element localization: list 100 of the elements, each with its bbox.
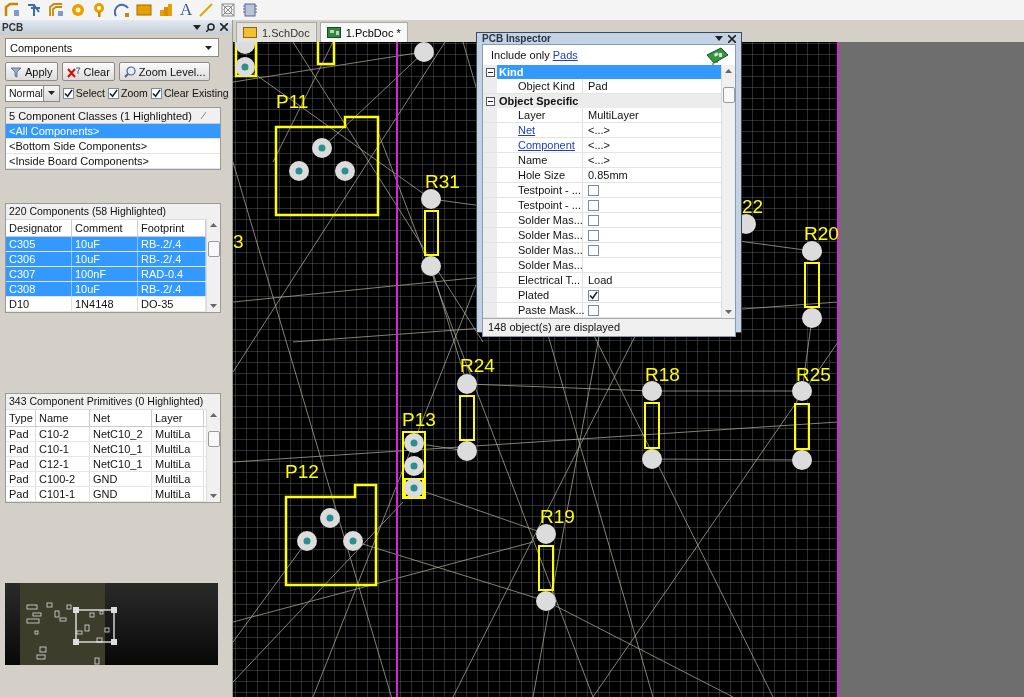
- scroll-down-icon[interactable]: [210, 494, 217, 498]
- table-cell: MultiLa: [152, 442, 204, 456]
- checkbox[interactable]: [62, 87, 74, 99]
- text-tool-button[interactable]: A: [180, 1, 193, 19]
- table-cell: MultiLa: [152, 457, 204, 471]
- sort-icon[interactable]: [201, 112, 206, 119]
- column-header[interactable]: Net: [90, 410, 152, 426]
- close-icon[interactable]: [728, 34, 736, 43]
- filter-mode-select[interactable]: Normal: [5, 84, 60, 102]
- status-bar: 148 object(s) are displayed: [483, 318, 735, 336]
- option-label[interactable]: Zoom: [121, 87, 148, 99]
- scrollbar[interactable]: [206, 409, 220, 502]
- checkbox[interactable]: [588, 199, 599, 211]
- table-cell: GND: [90, 472, 152, 486]
- chip-icon[interactable]: [242, 2, 259, 18]
- filter-link[interactable]: Pads: [552, 49, 578, 61]
- scroll-thumb[interactable]: [722, 87, 735, 103]
- table-row[interactable]: Pad C101-1 GND MultiLa: [6, 487, 206, 502]
- footprint-drawing[interactable]: [536, 524, 556, 611]
- footprint-drawing[interactable]: [316, 42, 336, 66]
- board-overview-drawing[interactable]: [5, 583, 218, 665]
- table-row[interactable]: Pad C100-2 GND MultiLa: [6, 472, 206, 487]
- close-icon[interactable]: [220, 23, 228, 31]
- pair-tool-icon[interactable]: [48, 2, 64, 18]
- window-title: PCB Inspector: [482, 33, 551, 44]
- table-cell: GND: [90, 487, 152, 501]
- checkbox[interactable]: [588, 184, 599, 196]
- table-cell: NetC10_1: [90, 442, 152, 456]
- column-header[interactable]: Layer: [152, 410, 204, 426]
- checkbox[interactable]: [108, 87, 120, 99]
- table-row[interactable]: D10 1N4148 DO-35: [6, 297, 206, 312]
- table-cell: Pad: [6, 487, 36, 501]
- list-item[interactable]: <Inside Board Components>: [6, 154, 220, 169]
- scroll-down-icon[interactable]: [210, 304, 217, 308]
- clear-button[interactable]: Clear: [61, 62, 115, 81]
- scroll-down-icon[interactable]: [725, 310, 732, 314]
- collapse-icon[interactable]: [485, 67, 495, 77]
- property-name: Solder Mas...: [518, 244, 583, 256]
- branch-tool-icon[interactable]: [26, 2, 42, 18]
- scroll-up-icon[interactable]: [210, 413, 217, 417]
- footprint-drawing[interactable]: [284, 483, 378, 587]
- scroll-thumb[interactable]: [207, 241, 220, 257]
- option-label[interactable]: Select: [75, 87, 106, 99]
- document-tab[interactable]: 1.SchDoc: [236, 22, 317, 42]
- property-name: Testpoint - ...: [518, 184, 581, 196]
- zoom-button[interactable]: Zoom Level...: [118, 62, 211, 81]
- footprint-drawing[interactable]: [234, 42, 258, 78]
- table-cell: C305: [6, 237, 72, 251]
- footprint-drawing[interactable]: [457, 374, 477, 461]
- list-item[interactable]: <Bottom Side Components>: [6, 139, 220, 154]
- column-header[interactable]: Comment: [72, 220, 138, 236]
- checkbox[interactable]: [588, 244, 599, 256]
- checkbox[interactable]: [588, 229, 599, 241]
- table-cell: C101-1: [36, 487, 90, 501]
- property-link[interactable]: Component: [518, 139, 575, 151]
- filter-button[interactable]: Apply: [5, 62, 58, 81]
- wire-tool-icon[interactable]: [4, 2, 20, 18]
- scroll-up-icon[interactable]: [210, 223, 217, 227]
- mode-dropdown[interactable]: Components: [5, 38, 219, 57]
- checkbox[interactable]: [588, 304, 599, 316]
- checkbox[interactable]: [588, 289, 599, 301]
- crossed-box-icon[interactable]: [220, 2, 237, 18]
- footprint-drawing[interactable]: [274, 115, 380, 217]
- property-name: Testpoint - ...: [518, 199, 581, 211]
- designator-label: R18: [645, 364, 680, 385]
- property-name: Name: [518, 154, 548, 166]
- table-cell: Pad: [6, 457, 36, 471]
- checkbox[interactable]: [588, 214, 599, 226]
- document-tab[interactable]: 1.PcbDoc *: [319, 22, 408, 42]
- column-header[interactable]: Designator: [6, 220, 72, 236]
- circuit-board-icon: [705, 47, 729, 65]
- scroll-up-icon[interactable]: [725, 69, 732, 73]
- property-link[interactable]: Net: [518, 124, 536, 136]
- scrollbar[interactable]: [721, 65, 735, 318]
- table-cell: Pad: [6, 472, 36, 486]
- table-row[interactable]: Pad C12-1 NetC10_1 MultiLa: [6, 457, 206, 472]
- table-row[interactable]: Pad C10-1 NetC10_1 MultiLa: [6, 442, 206, 457]
- column-header[interactable]: Type: [6, 410, 36, 426]
- dropdown-icon[interactable]: [193, 24, 201, 30]
- designator-label: 3: [233, 231, 244, 252]
- footprint-drawing[interactable]: [402, 431, 426, 499]
- column-header[interactable]: Name: [36, 410, 90, 426]
- scroll-thumb[interactable]: [207, 431, 220, 447]
- checkbox[interactable]: [150, 87, 162, 99]
- table-cell: C100-2: [36, 472, 90, 486]
- footprint-drawing[interactable]: [792, 381, 812, 470]
- fill-tool-icon[interactable]: [136, 2, 152, 18]
- table-row[interactable]: Pad C10-2 NetC10_2 MultiLa: [6, 427, 206, 442]
- table-cell: 100nF: [72, 267, 138, 281]
- pad-drawing[interactable]: [414, 42, 434, 62]
- arc-tool-icon[interactable]: [114, 2, 130, 18]
- footprint-drawing[interactable]: [802, 241, 822, 328]
- footprint-drawing[interactable]: [421, 189, 441, 276]
- table-cell: C308: [6, 282, 72, 296]
- scrollbar[interactable]: [206, 219, 220, 312]
- designator-label: P11: [276, 91, 309, 112]
- option-label[interactable]: Clear Existing: [163, 87, 229, 99]
- collapse-icon[interactable]: [485, 96, 495, 106]
- table-cell: 1N4148: [72, 297, 138, 311]
- footprint-drawing[interactable]: [642, 381, 662, 469]
